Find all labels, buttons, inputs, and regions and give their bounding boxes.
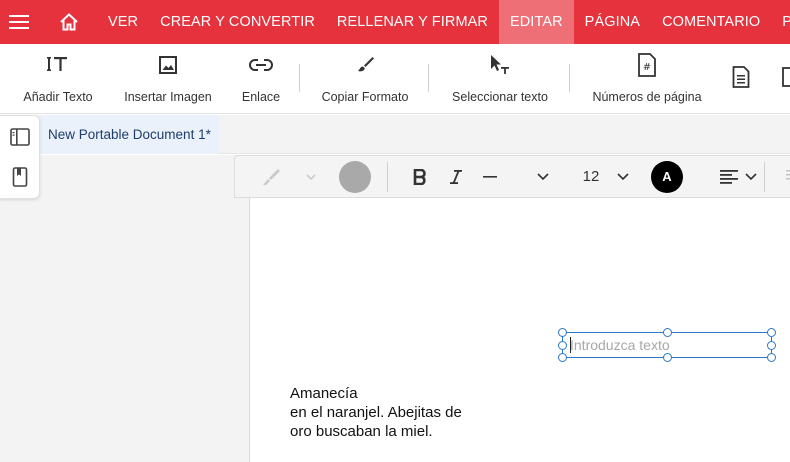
image-icon: [158, 53, 178, 77]
text-line: en el naranjel. Abejitas de: [290, 403, 462, 421]
resize-handle[interactable]: [767, 353, 776, 362]
document-page[interactable]: Introduzca texto Amanecía en el naranjel…: [251, 198, 790, 462]
toolbar-divider: [299, 64, 300, 92]
page-number-icon: #: [637, 53, 657, 77]
resize-handle[interactable]: [767, 341, 776, 350]
align-left-icon[interactable]: [717, 156, 741, 197]
font-size-value: 12: [582, 168, 600, 185]
fill-color-swatch: [339, 160, 371, 193]
align-chevron-icon[interactable]: [742, 156, 760, 197]
frame-icon: [781, 65, 790, 89]
format-toolbar: 12 A: [234, 155, 790, 198]
bold-button[interactable]: [408, 156, 432, 197]
page-numbers-label: Números de página: [592, 90, 702, 104]
resize-handle[interactable]: [767, 328, 776, 337]
header-footer-button[interactable]: [728, 44, 754, 114]
home-icon[interactable]: [50, 0, 88, 44]
copy-format-label: Copiar Formato: [321, 90, 409, 104]
resize-handle[interactable]: [663, 328, 672, 337]
insert-image-label: Insertar Imagen: [124, 90, 212, 104]
fill-color-picker[interactable]: [338, 156, 372, 197]
resize-handle[interactable]: [663, 353, 672, 362]
link-button[interactable]: Enlace: [236, 44, 286, 114]
tab-ver[interactable]: VER: [97, 0, 149, 44]
select-text-label: Seleccionar texto: [452, 90, 548, 104]
add-text-label: Añadir Texto: [23, 90, 93, 104]
bookmark-icon[interactable]: [9, 166, 31, 188]
select-text-icon: [489, 53, 511, 77]
font-color-picker[interactable]: A: [650, 156, 684, 197]
highlight-pen-icon[interactable]: [257, 156, 285, 197]
edit-toolbar: Añadir Texto Insertar Imagen Enlace Copi…: [0, 44, 790, 114]
link-icon: [248, 53, 274, 77]
add-text-button[interactable]: Añadir Texto: [14, 44, 102, 114]
tab-pagina[interactable]: PÁGINA: [574, 0, 651, 44]
top-nav: VER CREAR Y CONVERTIR RELLENAR Y FIRMAR …: [0, 0, 790, 44]
nav-tabs: VER CREAR Y CONVERTIR RELLENAR Y FIRMAR …: [97, 0, 790, 44]
brush-icon: [355, 53, 375, 77]
svg-text:#: #: [643, 62, 651, 73]
format-divider: [387, 162, 388, 192]
sidebar-toggle-icon[interactable]: [9, 126, 31, 148]
line-style-chevron-icon[interactable]: [533, 156, 553, 197]
text-cursor: [570, 337, 571, 353]
copy-format-button[interactable]: Copiar Formato: [314, 44, 416, 114]
format-divider: [764, 162, 765, 192]
document-tab[interactable]: New Portable Document 1*: [40, 115, 219, 154]
text-box-placeholder: Introduzca texto: [570, 337, 670, 353]
document-icon: [732, 65, 750, 89]
hamburger-menu-icon[interactable]: [0, 0, 38, 44]
select-text-button[interactable]: Seleccionar texto: [444, 44, 556, 114]
resize-handle[interactable]: [558, 341, 567, 350]
toolbar-divider: [569, 64, 570, 92]
toolbar-divider: [428, 64, 429, 92]
text-line: oro buscaban la miel.: [290, 422, 433, 440]
app-window: VER CREAR Y CONVERTIR RELLENAR Y FIRMAR …: [0, 0, 790, 462]
page-numbers-button[interactable]: # Números de página: [586, 44, 708, 114]
resize-handle[interactable]: [558, 353, 567, 362]
side-rail: [0, 115, 40, 199]
document-tab-strip: New Portable Document 1*: [0, 115, 790, 154]
more-tools-button[interactable]: [780, 44, 790, 114]
tab-editar[interactable]: EDITAR: [498, 0, 574, 44]
highlight-dropdown-chevron-icon[interactable]: [301, 156, 321, 197]
line-spacing-icon[interactable]: [783, 156, 790, 197]
font-size-chevron-icon[interactable]: [613, 156, 633, 197]
italic-button[interactable]: [444, 156, 468, 197]
link-label: Enlace: [241, 90, 281, 104]
tab-proteger[interactable]: PROTE: [771, 0, 790, 44]
resize-handle[interactable]: [558, 328, 567, 337]
add-text-icon: [47, 53, 69, 77]
font-size-select[interactable]: 12: [575, 156, 607, 197]
tab-rellenar-y-firmar[interactable]: RELLENAR Y FIRMAR: [326, 0, 499, 44]
tab-comentario[interactable]: COMENTARIO: [651, 0, 771, 44]
insert-image-button[interactable]: Insertar Imagen: [116, 44, 220, 114]
left-panel: [0, 155, 250, 462]
line-style-icon[interactable]: [479, 156, 501, 197]
font-color-swatch: A: [651, 160, 683, 193]
document-text-block[interactable]: Amanecía en el naranjel. Abejitas de oro…: [290, 385, 462, 441]
text-line: Amanecía: [290, 385, 358, 402]
tab-crear-y-convertir[interactable]: CREAR Y CONVERTIR: [149, 0, 326, 44]
